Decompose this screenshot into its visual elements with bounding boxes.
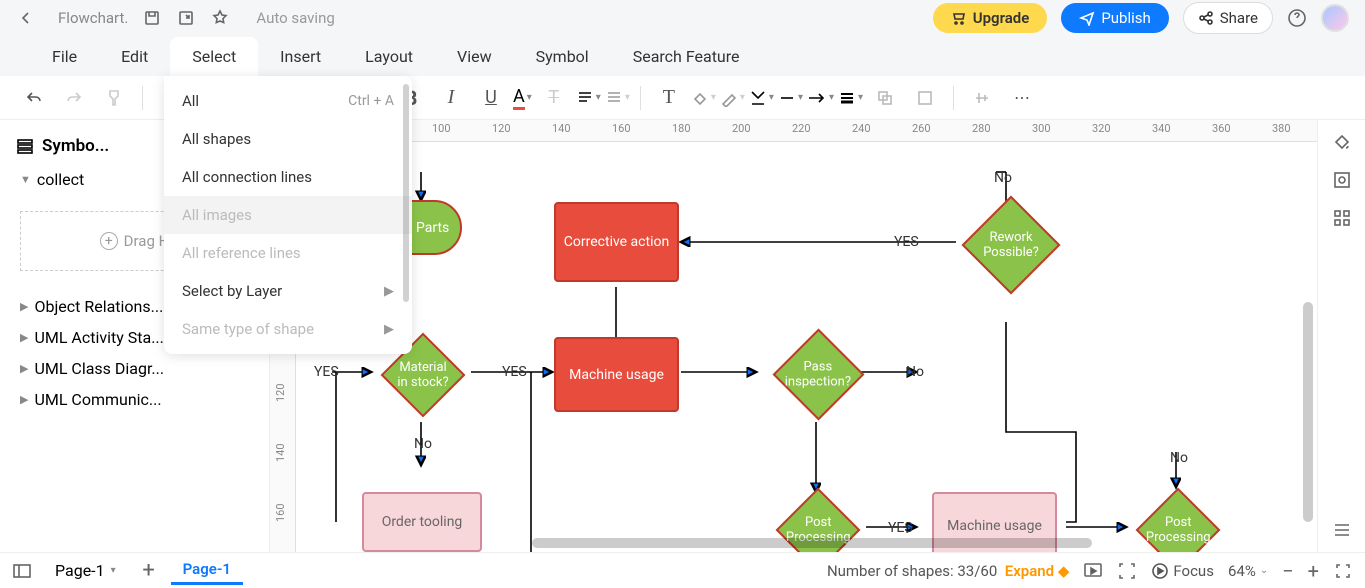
shape-machine1[interactable]: Machine usage (554, 337, 679, 412)
menu-view[interactable]: View (435, 37, 514, 76)
menu-insert[interactable]: Insert (258, 37, 343, 76)
line-weight-button[interactable]: ▾ (838, 89, 863, 107)
shape-rework[interactable]: Rework Possible? (962, 196, 1061, 295)
zoom-control[interactable]: 64% ⌄ (1228, 562, 1268, 580)
v-scrollbar[interactable] (1303, 302, 1313, 522)
chevron-right-icon: ▶ (384, 322, 394, 337)
undo-button[interactable] (16, 80, 52, 116)
ungroup-button[interactable] (907, 80, 943, 116)
fill-button[interactable]: ▾ (691, 89, 716, 107)
connector-button[interactable]: ▾ (749, 89, 774, 107)
focus-button[interactable]: Focus (1151, 562, 1214, 580)
fullscreen-icon[interactable] (1333, 561, 1353, 581)
label-yes: YES (888, 520, 913, 536)
upgrade-button[interactable]: Upgrade (933, 3, 1048, 33)
font-color-button[interactable]: A▾ (513, 86, 532, 110)
format-painter-button[interactable] (96, 80, 132, 116)
align-button[interactable]: ▾ (576, 89, 601, 107)
share-button[interactable]: Share (1183, 2, 1273, 34)
ruler-horizontal: 100120 140160 180200 220240 260280 30032… (296, 120, 1317, 142)
dd-all-lines[interactable]: All connection lines (164, 158, 412, 196)
shape-post2[interactable]: Post Processing (1136, 488, 1221, 552)
expand-link[interactable]: Expand (1005, 562, 1054, 580)
dd-all-reflines: All reference lines (164, 234, 412, 272)
label-yes: YES (314, 364, 339, 380)
dd-all-shapes[interactable]: All shapes (164, 120, 412, 158)
avatar[interactable] (1321, 4, 1349, 32)
canvas[interactable]: p Parts Corrective action Rework Possibl… (296, 142, 1317, 552)
share-label: Share (1220, 9, 1258, 27)
chevron-right-icon: ▶ (384, 284, 394, 299)
shape-pass[interactable]: Pass inspection? (773, 329, 865, 421)
label-no: No (1170, 450, 1188, 466)
dd-all[interactable]: All Ctrl + A (164, 82, 412, 120)
stroke-color-button[interactable]: ▾ (720, 89, 745, 107)
zoom-out-button[interactable]: − (1282, 559, 1293, 583)
shape-order[interactable]: Order tooling (362, 492, 482, 552)
grid-icon[interactable] (1332, 208, 1352, 228)
publish-label: Publish (1101, 9, 1150, 27)
menu-select[interactable]: Select (170, 37, 258, 76)
menubar: File Edit Select Insert Layout View Symb… (0, 36, 1365, 76)
group-button[interactable] (867, 80, 903, 116)
select-dropdown: All Ctrl + A All shapes All connection l… (164, 76, 412, 354)
redo-button[interactable] (56, 80, 92, 116)
star-icon[interactable] (210, 8, 230, 28)
dd-same-type: Same type of shape ▶ (164, 310, 412, 348)
dd-select-layer[interactable]: Select by Layer ▶ (164, 272, 412, 310)
more-button[interactable]: ⋯ (1004, 80, 1040, 116)
text-button[interactable]: T (651, 80, 687, 116)
paint-bucket-icon[interactable] (1332, 132, 1352, 152)
dd-all-images: All images (164, 196, 412, 234)
sidebar-title: Symbo... (42, 136, 109, 156)
line-style-button[interactable]: ▾ (778, 89, 803, 107)
menu-symbol[interactable]: Symbol (514, 37, 611, 76)
settings-icon[interactable] (1332, 170, 1352, 190)
label-no: No (906, 364, 924, 380)
menu-layout[interactable]: Layout (343, 37, 435, 76)
page-dropdown[interactable]: Page-1 ▾ (44, 558, 127, 583)
dropdown-scrollbar[interactable] (403, 84, 409, 302)
page-tab[interactable]: Page-1 (171, 556, 243, 585)
label-yes: YES (502, 364, 527, 380)
focus-crosshair-icon[interactable] (1117, 561, 1137, 581)
menu-search[interactable]: Search Feature (611, 37, 762, 76)
line-spacing-button[interactable]: ▾ (605, 89, 630, 107)
presentation-icon[interactable] (1083, 561, 1103, 581)
label-no: No (414, 436, 432, 452)
italic-button[interactable]: I (433, 80, 469, 116)
label-no: No (994, 170, 1012, 186)
arrow-button[interactable]: ▾ (807, 89, 834, 107)
shape-corrective[interactable]: Corrective action (554, 202, 679, 282)
outline-icon[interactable] (12, 561, 32, 581)
export-icon[interactable] (176, 8, 196, 28)
underline-button[interactable]: U (473, 80, 509, 116)
sidebar-group-2[interactable]: ▶UML Class Diagr... (12, 353, 257, 384)
back-icon[interactable] (16, 8, 36, 28)
zoom-in-button[interactable]: + (1308, 559, 1319, 583)
menu-file[interactable]: File (30, 37, 99, 76)
label-yes: YES (894, 234, 919, 250)
publish-button[interactable]: Publish (1061, 3, 1168, 33)
h-scrollbar[interactable] (532, 538, 1092, 548)
upgrade-label: Upgrade (973, 9, 1030, 27)
menu-edit[interactable]: Edit (99, 37, 170, 76)
strikethrough-button[interactable]: T (536, 80, 572, 116)
chevron-down-icon: ▾ (111, 565, 116, 576)
panel-toggle-icon[interactable] (1332, 520, 1352, 540)
filename[interactable]: Flowchart. (58, 9, 128, 27)
autosave-status: Auto saving (256, 9, 334, 27)
sidebar-group-3[interactable]: ▶UML Communic... (12, 384, 257, 415)
add-page-button[interactable]: + (139, 561, 159, 581)
save-icon[interactable] (142, 8, 162, 28)
align-objects-button[interactable] (964, 80, 1000, 116)
help-icon[interactable] (1287, 8, 1307, 28)
